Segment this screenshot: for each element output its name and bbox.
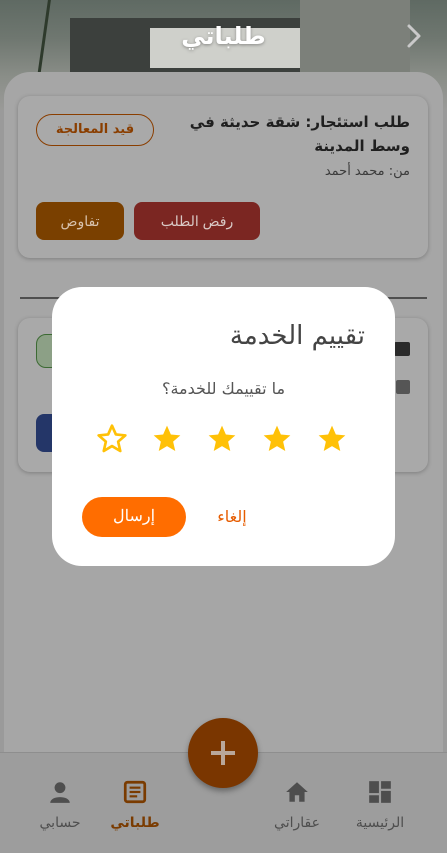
dialog-question: ما تقييمك للخدمة؟ (161, 379, 286, 398)
nav-label: الرئيسية (355, 815, 405, 831)
request-title: طلب استئجار: شقة حديثة في وسط المدينة (189, 113, 410, 155)
person-icon (50, 782, 70, 803)
nav-label: طلباتي (110, 815, 160, 831)
rating-dialog: تقييم الخدمة ما تقييمك للخدمة؟ إرسال إلغ… (52, 287, 395, 566)
dialog-title: تقييم الخدمة (229, 321, 365, 351)
nav-item-home[interactable]: الرئيسية (345, 779, 415, 831)
nav-label: عقاراتي (274, 815, 320, 831)
star-outline-icon[interactable] (96, 423, 128, 455)
request-sender (396, 380, 410, 394)
request-title (394, 342, 410, 356)
chevron-right-icon[interactable] (403, 22, 425, 50)
request-card[interactable]: طلب استئجار: شقة حديثة في وسط المدينة من… (18, 96, 428, 258)
star-filled-icon[interactable] (261, 423, 293, 455)
negotiate-button[interactable]: تفاوض (36, 202, 124, 240)
page-title: طلباتي (181, 22, 266, 50)
reject-request-button[interactable]: رفض الطلب (134, 202, 260, 240)
add-button[interactable] (188, 718, 258, 788)
nav-item-properties[interactable]: عقاراتي (262, 779, 332, 831)
nav-item-account[interactable]: حسابي (25, 779, 95, 831)
star-filled-icon[interactable] (151, 423, 183, 455)
nav-label: حسابي (39, 815, 81, 831)
cancel-button[interactable]: إلغاء (202, 507, 262, 526)
star-rating[interactable] (96, 423, 356, 459)
star-filled-icon[interactable] (206, 423, 238, 455)
star-filled-icon[interactable] (316, 423, 348, 455)
request-sender: من: محمد أحمد (324, 164, 410, 179)
dashboard-icon (369, 781, 391, 803)
home-icon (286, 782, 308, 802)
status-badge: قيد المعالجة (36, 114, 154, 146)
nav-item-orders[interactable]: طلباتي (100, 779, 170, 831)
submit-button[interactable]: إرسال (82, 497, 186, 537)
plus-icon (211, 741, 235, 765)
list-icon (123, 780, 147, 804)
